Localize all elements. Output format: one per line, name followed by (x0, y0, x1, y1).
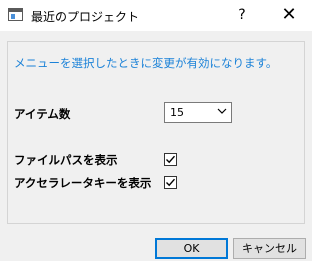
items-count-select[interactable]: 15 (164, 102, 232, 123)
window-app-icon (8, 8, 23, 21)
hint-text: メニューを選択したときに変更が有効になります。 (14, 56, 278, 70)
show-accel-checkbox[interactable] (164, 176, 177, 189)
chevron-down-icon (217, 108, 227, 114)
close-button[interactable]: ✕ (266, 0, 312, 31)
help-button[interactable]: ? (222, 0, 262, 31)
ok-button[interactable]: OK (155, 238, 228, 259)
show-path-checkbox[interactable] (164, 153, 177, 166)
show-accel-label: アクセラレータキーを表示 (14, 176, 152, 190)
window-title: 最近のプロジェクト (31, 10, 140, 24)
checkmark-icon (166, 178, 176, 187)
title-bar: 最近のプロジェクト ? ✕ (0, 0, 312, 31)
items-count-value: 15 (170, 106, 184, 119)
cancel-button[interactable]: キャンセル (233, 238, 306, 259)
checkmark-icon (166, 155, 176, 164)
items-count-label: アイテム数 (14, 107, 71, 121)
show-path-label: ファイルパスを表示 (14, 153, 118, 167)
